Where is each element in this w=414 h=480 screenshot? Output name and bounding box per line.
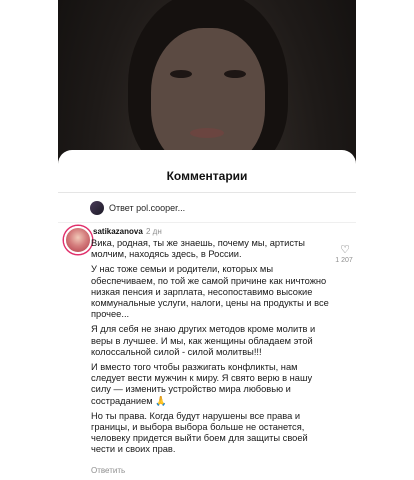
- comment-paragraph: Я для себя не знаю других методов кроме …: [91, 324, 316, 357]
- video-eye: [224, 70, 246, 78]
- reply-to-label: Ответ pol.cooper...: [109, 203, 186, 213]
- left-margin: [0, 0, 58, 480]
- video-lips: [190, 128, 224, 138]
- reply-avatar: [90, 201, 104, 215]
- header-divider: [58, 192, 356, 193]
- comment-paragraph: И вместо того чтобы разжигать конфликты,…: [91, 362, 313, 406]
- sheet-title: Комментарии: [166, 169, 248, 183]
- comments-sheet: Комментарии Ответ pol.cooper... satikaza…: [58, 150, 356, 480]
- comment-time: 2 дн: [146, 227, 162, 236]
- right-margin: [356, 0, 414, 480]
- video-eye: [170, 70, 192, 78]
- video-face: [151, 28, 265, 168]
- heart-icon[interactable]: ♡: [337, 243, 353, 256]
- comment-paragraph: Но ты права. Когда будут нарушены все пр…: [91, 410, 308, 455]
- comment-paragraph: У нас тоже семьи и родители, которых мы …: [91, 264, 329, 320]
- reply-context[interactable]: Ответ pol.cooper...: [90, 200, 185, 216]
- comment-text: Вика, родная, ты же знаешь, почему мы, а…: [91, 238, 333, 460]
- comment-paragraph: Вика, родная, ты же знаешь, почему мы, а…: [91, 238, 305, 260]
- avatar[interactable]: [64, 226, 92, 254]
- comment-username[interactable]: satikazanova: [93, 227, 143, 236]
- like-count: 1 207: [335, 257, 353, 264]
- reply-divider: [58, 222, 356, 223]
- reply-button[interactable]: Ответить: [91, 466, 125, 475]
